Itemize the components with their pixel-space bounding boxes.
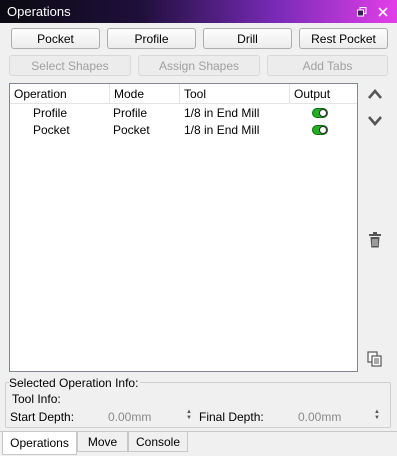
rest-pocket-button[interactable]: Rest Pocket [299,28,388,49]
final-depth-input[interactable]: 0.00mm ▲ ▼ [295,408,387,426]
tab-move[interactable]: Move [77,432,128,452]
title-bar[interactable]: Operations [0,0,397,23]
output-toggle[interactable] [312,125,328,135]
select-shapes-button[interactable]: Select Shapes [9,55,131,76]
delete-icon[interactable] [364,229,386,251]
table-row[interactable]: Profile Profile 1/8 in End Mill [10,105,357,122]
row-mode: Profile [113,106,148,120]
pocket-button[interactable]: Pocket [11,28,100,49]
table-header: Operation Mode Tool Output [10,84,357,104]
drill-button[interactable]: Drill [203,28,292,49]
column-header-output[interactable]: Output [290,84,359,104]
tab-operations[interactable]: Operations [2,432,77,455]
start-depth-label: Start Depth: [10,410,75,424]
add-tabs-button[interactable]: Add Tabs [267,55,388,76]
start-depth-input[interactable]: 0.00mm ▲ ▼ [105,408,197,426]
row-operation: Pocket [33,123,70,137]
final-depth-label: Final Depth: [199,410,264,424]
column-header-mode[interactable]: Mode [110,84,180,104]
column-header-operation[interactable]: Operation [10,84,110,104]
restore-icon[interactable] [353,3,371,21]
final-depth-spin-icon[interactable]: ▲ ▼ [373,409,381,423]
output-toggle[interactable] [312,108,328,118]
row-tool: 1/8 in End Mill [184,123,260,137]
move-down-icon[interactable] [364,110,386,132]
tool-info-label: Tool Info: [12,392,61,406]
tab-bar: Operations Move Console [0,431,397,456]
table-row[interactable]: Pocket Pocket 1/8 in End Mill [10,122,357,139]
profile-button[interactable]: Profile [107,28,196,49]
start-depth-value: 0.00mm [108,410,152,424]
selected-operation-info: Selected Operation Info: Tool Info: Star… [5,376,391,428]
info-group-label: Selected Operation Info: [9,376,141,390]
tab-console[interactable]: Console [128,432,188,452]
close-icon[interactable] [374,3,392,21]
operations-table[interactable]: Operation Mode Tool Output Profile Profi… [9,83,358,372]
window-title: Operations [7,4,71,19]
column-header-tool[interactable]: Tool [180,84,290,104]
row-tool: 1/8 in End Mill [184,106,260,120]
move-up-icon[interactable] [364,83,386,105]
row-mode: Pocket [113,123,150,137]
start-depth-spin-icon[interactable]: ▲ ▼ [185,409,193,423]
final-depth-value: 0.00mm [298,410,342,424]
assign-shapes-button[interactable]: Assign Shapes [138,55,260,76]
row-operation: Profile [33,106,68,120]
duplicate-icon[interactable] [364,348,386,370]
